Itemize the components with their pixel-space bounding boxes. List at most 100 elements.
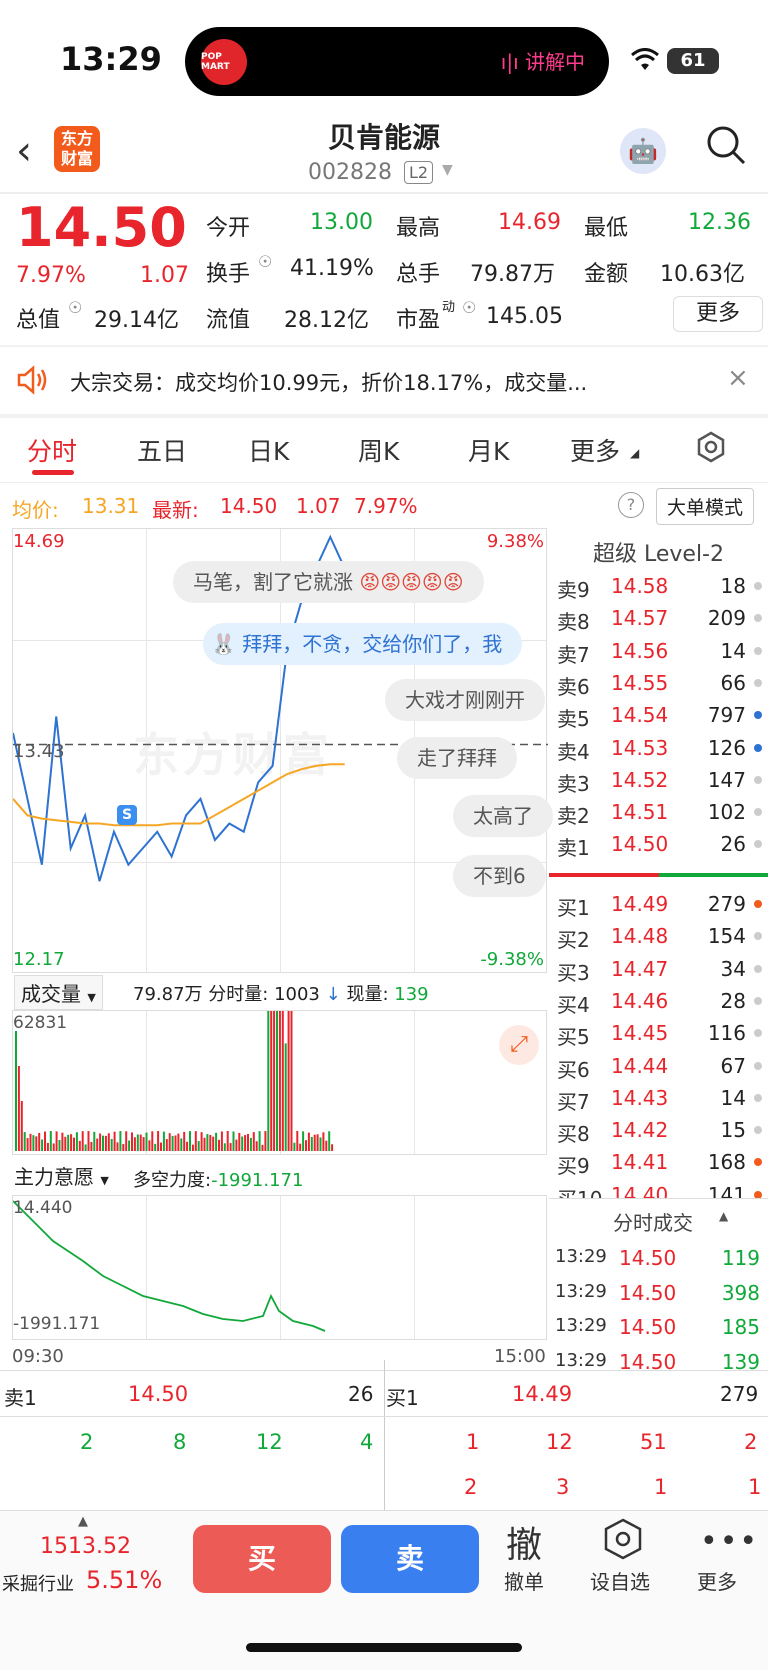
level-badge[interactable]: L2	[404, 161, 434, 184]
index-value[interactable]: 1513.52	[40, 1534, 131, 1559]
tab-weekly-k[interactable]: 周K	[358, 432, 399, 468]
volume-bar	[307, 1132, 310, 1151]
ask-row[interactable]: 卖7 14.56 14	[549, 635, 768, 667]
bid-level-label: 买5	[557, 1025, 590, 1050]
buy-button[interactable]: 买	[193, 1525, 331, 1593]
wifi-icon	[630, 48, 660, 78]
volume-bar	[264, 1131, 267, 1151]
intraday-chart[interactable]: 东方财富 14.69 9.38% 13.43 12.17 -9.38% S 马笔…	[12, 528, 553, 973]
tick-row: 13:29 14.50 398	[549, 1277, 768, 1309]
volume-bar	[20, 1101, 23, 1151]
volume-bar	[55, 1131, 58, 1151]
bid-row[interactable]: 买7 14.43 14	[549, 1082, 768, 1114]
indicator-chart[interactable]: 14.440 -1991.171	[12, 1195, 547, 1340]
ask-row[interactable]: 卖2 14.51 102	[549, 796, 768, 828]
info-icon[interactable]: ☉	[462, 298, 476, 317]
bid-row[interactable]: 买9 14.41 168	[549, 1146, 768, 1178]
tab-intraday[interactable]: 分时	[27, 432, 77, 468]
bid-row[interactable]: 买1 14.49 279	[549, 888, 768, 920]
bid-level-label: 买1	[557, 896, 590, 920]
close-icon[interactable]: ×	[727, 363, 749, 393]
volume-bar	[35, 1136, 38, 1151]
volume-bar	[15, 1031, 17, 1151]
ask-row[interactable]: 卖1 14.50 26	[549, 828, 768, 860]
volume-bar	[168, 1133, 171, 1151]
danmaku-bubble: 不到6	[453, 855, 546, 897]
ask-price: 14.57	[611, 606, 669, 631]
ask-volume: 66	[720, 670, 746, 695]
add-watchlist-label[interactable]: 设自选	[590, 1566, 650, 1595]
bottom-pct-label: -9.38%	[480, 949, 544, 970]
volume-chart[interactable]: 62831 ⤢	[12, 1010, 547, 1155]
indicator-selector[interactable]: 主力意愿 ▼	[14, 1161, 109, 1190]
sell-button[interactable]: 卖	[341, 1525, 479, 1593]
bid-row[interactable]: 买5 14.45 116	[549, 1017, 768, 1049]
cancel-order-label[interactable]: 撤单	[504, 1566, 544, 1595]
more-label[interactable]: 更多	[697, 1566, 737, 1595]
home-indicator	[246, 1643, 522, 1652]
dynamic-island[interactable]: POP MART ı|ı 讲解中	[185, 27, 609, 96]
battery-icon: 61	[667, 48, 719, 74]
more-button[interactable]: 更多	[673, 296, 763, 332]
tab-daily-k[interactable]: 日K	[248, 432, 289, 468]
ask-row[interactable]: 卖5 14.54 797	[549, 699, 768, 731]
s-marker[interactable]: S	[117, 805, 137, 825]
info-icon[interactable]: ☉	[68, 298, 82, 317]
tab-five-day[interactable]: 五日	[137, 432, 187, 468]
ticks-header[interactable]: 分时成交 ▲	[549, 1198, 768, 1238]
bid-price: 14.45	[611, 1021, 669, 1046]
more-dots-icon[interactable]: •••	[700, 1524, 759, 1559]
bid-row[interactable]: 买6 14.44 67	[549, 1050, 768, 1082]
danmaku-bubble: 大戏才刚刚开	[385, 679, 545, 721]
big-order-mode-button[interactable]: 大单模式	[656, 488, 755, 525]
block-trade-notice[interactable]: 大宗交易：成交均价10.99元，折价18.17%，成交量... ×	[0, 347, 768, 415]
volume-bar	[99, 1133, 102, 1151]
bid-row[interactable]: 买3 14.47 34	[549, 953, 768, 985]
tick-time: 13:29	[555, 1246, 607, 1267]
volume-bar	[226, 1131, 229, 1151]
sell-order: 4	[360, 1430, 374, 1454]
ask-row[interactable]: 卖9 14.58 18	[549, 570, 768, 602]
volume-bar	[316, 1134, 319, 1151]
info-icon[interactable]: ☉	[258, 252, 272, 271]
order-dot-icon	[754, 1029, 762, 1038]
bid-row[interactable]: 买8 14.42 15	[549, 1114, 768, 1146]
search-icon[interactable]	[705, 124, 747, 175]
tick-volume: 185	[721, 1315, 760, 1339]
danmaku-bubble: 太高了	[453, 795, 553, 837]
volume-bar	[270, 1011, 273, 1151]
buy-order: 3	[556, 1475, 570, 1499]
add-watchlist-icon[interactable]	[603, 1518, 643, 1564]
volume-bar	[139, 1134, 142, 1151]
tab-monthly-k[interactable]: 月K	[468, 432, 509, 468]
ask-row[interactable]: 卖6 14.55 66	[549, 667, 768, 699]
tab-more[interactable]: 更多	[570, 432, 620, 468]
robot-avatar-icon[interactable]: 🤖	[620, 128, 666, 174]
bid-volume: 168	[707, 1150, 746, 1175]
bottom-price-label: 12.17	[13, 949, 65, 970]
ask-row[interactable]: 卖4 14.53 126	[549, 732, 768, 764]
bid-volume: 116	[707, 1021, 746, 1046]
tick-time: 13:29	[555, 1315, 607, 1336]
volume-bar	[49, 1131, 52, 1151]
expand-icon[interactable]: ⤢	[499, 1025, 539, 1065]
help-icon[interactable]: ?	[618, 492, 644, 518]
ask-row[interactable]: 卖8 14.57 209	[549, 602, 768, 634]
ask-level-label: 卖1	[557, 836, 590, 861]
cancel-icon[interactable]: 撤	[506, 1516, 542, 1568]
bid-row[interactable]: 买2 14.48 154	[549, 920, 768, 952]
volume-selector[interactable]: 成交量 ▼	[14, 975, 103, 1010]
settings-gear-icon[interactable]	[694, 430, 728, 468]
volume-max-label: 62831	[13, 1013, 68, 1033]
caret-down-icon[interactable]: ▼	[442, 162, 453, 178]
volume-bar	[17, 1066, 20, 1151]
ask-row[interactable]: 卖3 14.52 147	[549, 764, 768, 796]
total-mv-label: 总值	[16, 308, 61, 333]
pe-sup: 动	[442, 300, 456, 315]
index-name[interactable]: 采掘行业	[2, 1570, 74, 1596]
indicator-summary: 多空力度:-1991.171	[133, 1170, 304, 1191]
buy-order: 2	[744, 1430, 758, 1454]
bid-row[interactable]: 买4 14.46 28	[549, 985, 768, 1017]
time-start-label: 09:30	[12, 1346, 64, 1367]
ask-level-label: 卖2	[557, 804, 590, 829]
